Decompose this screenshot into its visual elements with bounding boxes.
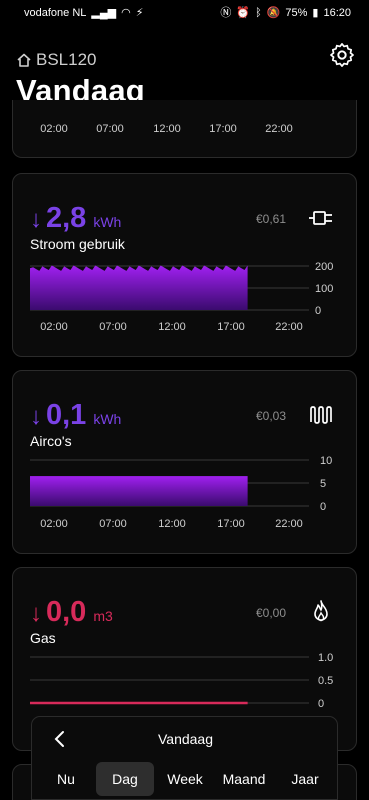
cost-value: €0,61 (255, 212, 286, 226)
x-tick: 02:00 (40, 518, 68, 530)
card-label: Gas (30, 630, 56, 646)
arrow-down-icon: ↓ (30, 600, 42, 627)
silent-icon: 🔕 (266, 6, 281, 19)
x-tick: 02:00 (40, 321, 68, 333)
y-tick: 10 (320, 455, 332, 467)
stroom-card[interactable]: ↓ 2,8 kWh Stroom gebruik €0,61 200 100 0… (12, 173, 357, 357)
tab-dag[interactable]: Dag (96, 762, 154, 796)
x-tick: 02:00 (40, 123, 68, 135)
usage-number: 2,8 (46, 202, 87, 234)
x-tick: 22:00 (275, 321, 303, 333)
x-axis-labels: 02:00 07:00 12:00 17:00 22:00 (13, 518, 358, 532)
carrier-name: vodafone NL (24, 7, 87, 19)
wifi-icon: ◠ (121, 6, 131, 19)
y-tick: 0.5 (318, 675, 333, 687)
x-tick: 17:00 (209, 123, 237, 135)
nfc-icon: Ⓝ (220, 6, 232, 19)
airco-card[interactable]: ↓ 0,1 kWh Airco's €0,03 10 5 0 02:00 07:… (12, 370, 357, 554)
y-tick: 200 (315, 261, 333, 273)
card-label: Stroom gebruik (30, 236, 125, 252)
x-tick: 07:00 (96, 123, 124, 135)
tab-week[interactable]: Week (167, 762, 203, 796)
arrow-down-icon: ↓ (30, 403, 42, 430)
x-axis-labels: 02:00 07:00 12:00 17:00 22:00 (13, 123, 358, 137)
y-tick: 5 (320, 478, 326, 490)
device-name: BSL120 (36, 50, 97, 69)
x-tick: 12:00 (158, 518, 186, 530)
y-tick: 0 (315, 305, 321, 317)
x-tick: 17:00 (217, 518, 245, 530)
alarm-icon: ⏰ (236, 6, 251, 19)
card-label: Airco's (30, 433, 72, 449)
x-tick: 22:00 (275, 518, 303, 530)
heater-icon (310, 406, 332, 424)
battery-icon: ▮ (312, 6, 319, 19)
period-tabs: Nu Dag Week Maand Jaar (32, 762, 339, 796)
usage-number: 0,1 (46, 399, 87, 431)
usage-value: ↓ 2,8 kWh (30, 202, 121, 235)
usage-area (30, 476, 248, 506)
cost-value: €0,00 (255, 606, 286, 620)
gear-icon[interactable] (329, 42, 355, 68)
status-time: 16:20 (323, 7, 351, 19)
usage-area (30, 265, 248, 310)
x-tick: 22:00 (265, 123, 293, 135)
y-tick: 0 (320, 501, 326, 513)
plug-icon (309, 211, 332, 225)
home-icon (17, 53, 31, 67)
usage-unit: kWh (93, 411, 122, 427)
x-tick: 07:00 (99, 321, 127, 333)
tab-nu[interactable]: Nu (57, 762, 75, 796)
x-tick: 07:00 (99, 518, 127, 530)
status-bar: vodafone NL ▂▄▆ ◠ ⚡ Ⓝ ⏰ ᛒ 🔕 75% ▮ 16:20 (0, 0, 369, 26)
cost-value: €0,03 (255, 409, 286, 423)
usage-unit: kWh (93, 214, 122, 230)
arrow-down-icon: ↓ (30, 206, 42, 233)
flame-icon (314, 600, 328, 622)
x-tick: 12:00 (158, 321, 186, 333)
x-tick: 12:00 (153, 123, 181, 135)
charging-icon: ⚡ (135, 6, 144, 19)
x-axis-labels: 02:00 07:00 12:00 17:00 22:00 (13, 321, 358, 335)
period-selector: Vandaag Nu Dag Week Maand Jaar (31, 716, 338, 800)
device-selector[interactable]: BSL120 (16, 50, 97, 70)
previous-card: 02:00 07:00 12:00 17:00 22:00 (12, 100, 357, 158)
tab-jaar[interactable]: Jaar (291, 762, 318, 796)
y-tick: 100 (315, 283, 333, 295)
usage-number: 0,0 (46, 596, 87, 628)
x-tick: 17:00 (217, 321, 245, 333)
y-tick: 0 (318, 698, 324, 710)
bluetooth-icon: ᛒ (255, 6, 262, 19)
period-title: Vandaag (157, 731, 213, 747)
usage-value: ↓ 0,0 m3 (30, 596, 113, 629)
signal-icon: ▂▄▆ (91, 6, 117, 19)
battery-level: 75% (285, 7, 308, 19)
y-tick: 1.0 (318, 652, 333, 664)
tab-maand[interactable]: Maand (223, 762, 266, 796)
usage-unit: m3 (93, 608, 113, 624)
usage-value: ↓ 0,1 kWh (30, 399, 121, 432)
